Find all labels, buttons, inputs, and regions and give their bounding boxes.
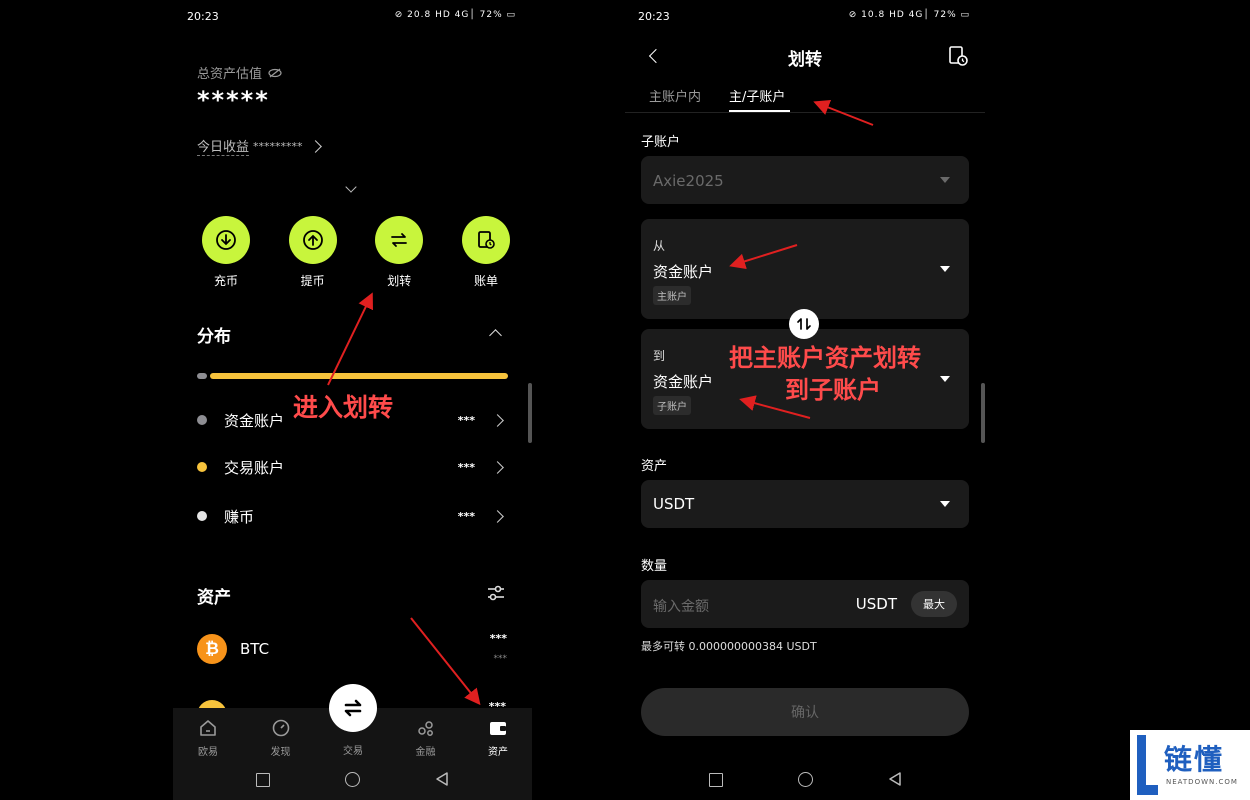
watermark-brand: 链懂 <box>1164 743 1225 776</box>
watermark-logo: 链懂 NEATDOWN.COM <box>1130 730 1250 800</box>
arrow-to-to <box>739 395 811 419</box>
arrow-to-tab <box>813 99 874 126</box>
transfer-screen: 20:23 ⊘ 10.8 HD 4G│ 72% ▭ 划转 主账户内 主/子账户 … <box>625 0 985 800</box>
annotation-arrows <box>327 292 481 706</box>
arrow-to-from <box>729 244 798 270</box>
watermark-sub: NEATDOWN.COM <box>1166 778 1238 786</box>
assets-screen: 20:23 ⊘ 20.8 HD 4G│ 72% ▭ 总资产估值 ***** 今日… <box>173 0 532 800</box>
annotation-arrows <box>729 99 874 419</box>
logo-mark-icon <box>1137 735 1158 795</box>
arrow-to-transfer <box>327 292 373 386</box>
arrow-to-assets-tab <box>410 617 481 706</box>
